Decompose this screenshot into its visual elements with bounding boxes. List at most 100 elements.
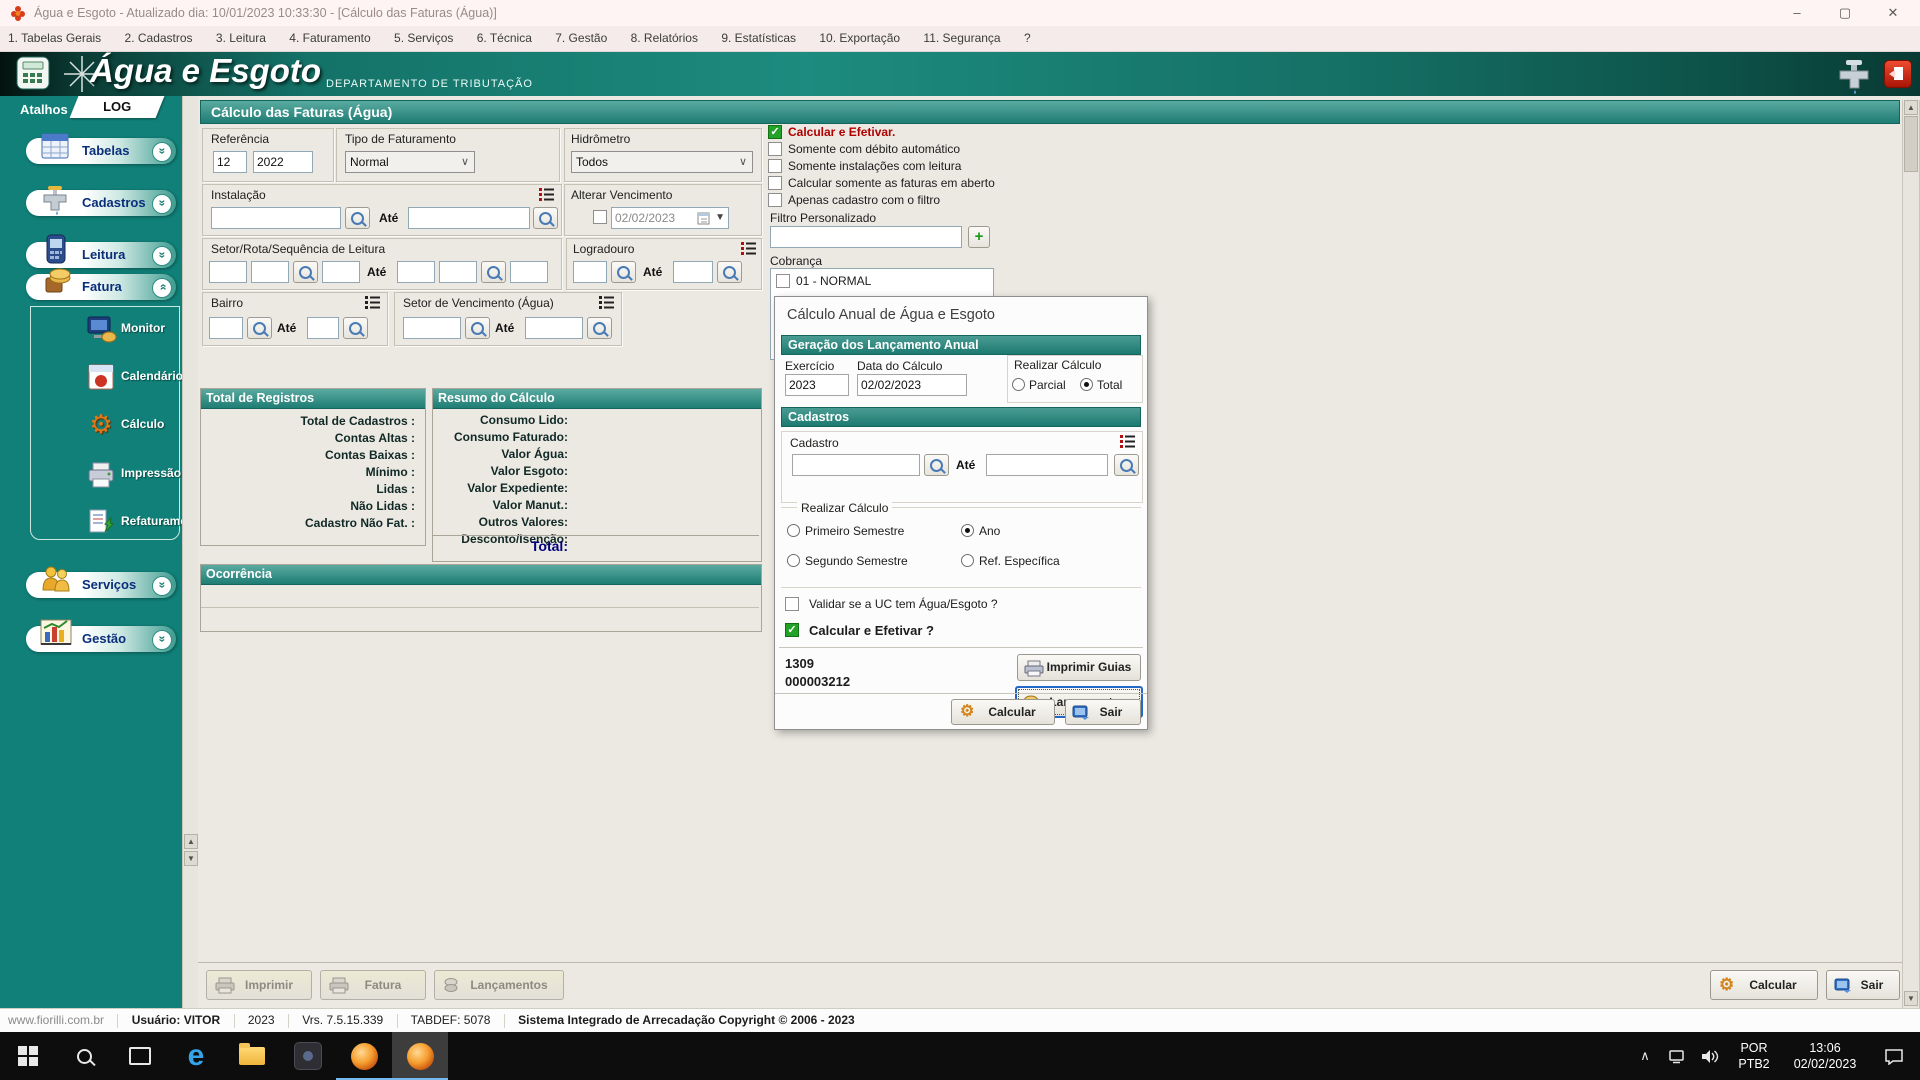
instalacao-to-search-button[interactable] [533, 207, 558, 229]
menu-tecnica[interactable]: 6. Técnica [477, 26, 532, 51]
setor-rota-from-search-button[interactable] [293, 261, 318, 283]
chevron-down-icon[interactable]: » [152, 246, 172, 266]
sidebar-item-monitor[interactable]: Monitor [31, 309, 177, 353]
sidebar-item-impressao[interactable]: Impressão [31, 454, 177, 498]
ano-radio[interactable] [961, 524, 974, 537]
clock-indicator[interactable]: 13:06 02/02/2023 [1782, 1032, 1868, 1080]
menu-tabelas-gerais[interactable]: 1. Tabelas Gerais [8, 26, 101, 51]
cadastro-from-input[interactable] [792, 454, 920, 476]
total-radio[interactable] [1080, 378, 1093, 391]
somente-debito-checkbox[interactable] [768, 142, 782, 156]
tray-expand-button[interactable]: ∧ [1630, 1032, 1660, 1080]
segundo-semestre-radio[interactable] [787, 554, 800, 567]
sidebar-item-refaturamento[interactable]: Refaturamento [31, 502, 177, 546]
menu-help[interactable]: ? [1024, 26, 1031, 51]
scrollbar-thumb[interactable] [1904, 116, 1918, 172]
logradouro-from-input[interactable] [573, 261, 607, 283]
bairro-from-input[interactable] [209, 317, 243, 339]
apenas-filtro-checkbox[interactable] [768, 193, 782, 207]
task-view-button[interactable] [112, 1032, 168, 1080]
calcular-efetivar-checkbox[interactable]: ✓ [768, 125, 782, 139]
chevron-down-icon[interactable]: » [152, 630, 172, 650]
chevron-down-icon[interactable]: » [152, 194, 172, 214]
rota-to-input[interactable] [439, 261, 477, 283]
setor-vencimento-to-search-button[interactable] [587, 317, 612, 339]
media-app-button[interactable] [280, 1032, 336, 1080]
menu-faturamento[interactable]: 4. Faturamento [289, 26, 370, 51]
close-button[interactable]: ✕ [1870, 0, 1916, 26]
alterar-vencimento-checkbox[interactable] [593, 210, 607, 224]
cadastro-to-search-button[interactable] [1114, 454, 1139, 476]
list-icon[interactable] [364, 295, 381, 310]
menu-gestao[interactable]: 7. Gestão [555, 26, 607, 51]
maximize-button[interactable]: ▢ [1822, 0, 1868, 26]
hidrometro-select[interactable]: Todos ∨ [571, 151, 753, 173]
calcular-efetivar-dialog-checkbox[interactable]: ✓ [785, 623, 799, 637]
calcular-main-button[interactable]: ⚙ Calcular [1710, 970, 1818, 1000]
primeiro-semestre-radio[interactable] [787, 524, 800, 537]
exercicio-input[interactable] [785, 374, 849, 396]
menu-seguranca[interactable]: 11. Segurança [923, 26, 1000, 51]
menu-relatorios[interactable]: 8. Relatórios [631, 26, 698, 51]
tray-display-button[interactable] [1662, 1032, 1692, 1080]
banner-exit-button[interactable] [1884, 60, 1912, 88]
calcular-dialog-button[interactable]: ⚙ Calcular [951, 699, 1055, 725]
sidebar-item-calculo[interactable]: ⚙ Cálculo [31, 405, 177, 449]
start-button[interactable] [0, 1032, 56, 1080]
instalacao-to-input[interactable] [408, 207, 530, 229]
language-indicator[interactable]: POR PTB2 [1728, 1032, 1780, 1080]
chevron-down-icon[interactable]: » [152, 576, 172, 596]
sidebar-tab-log[interactable]: LOG [70, 96, 165, 118]
menu-servicos[interactable]: 5. Serviços [394, 26, 453, 51]
chevron-down-icon[interactable]: » [152, 142, 172, 162]
sequencia-from-input[interactable] [322, 261, 360, 283]
list-icon[interactable] [538, 187, 555, 202]
cobranca-item-checkbox[interactable] [776, 274, 790, 288]
setor-rota-to-search-button[interactable] [481, 261, 506, 283]
fiorilli-app-button-1[interactable] [336, 1032, 392, 1080]
validar-uc-checkbox[interactable] [785, 597, 799, 611]
sair-dialog-button[interactable]: Sair [1065, 699, 1141, 725]
scroll-down-arrow[interactable]: ▼ [1904, 991, 1918, 1006]
setor-vencimento-from-search-button[interactable] [465, 317, 490, 339]
logradouro-from-search-button[interactable] [611, 261, 636, 283]
setor-from-input[interactable] [209, 261, 247, 283]
lancamentos-toolbar-button[interactable]: Lançamentos [434, 970, 564, 1000]
chevron-down-icon[interactable]: ▼ [715, 208, 725, 228]
faturas-aberto-checkbox[interactable] [768, 176, 782, 190]
referencia-month-input[interactable] [213, 151, 247, 173]
referencia-year-input[interactable] [253, 151, 313, 173]
fatura-button[interactable]: Fatura [320, 970, 426, 1000]
bairro-to-search-button[interactable] [343, 317, 368, 339]
menu-estatisticas[interactable]: 9. Estatísticas [721, 26, 796, 51]
sidebar-tab-atalhos[interactable]: Atalhos [20, 102, 68, 117]
sequencia-to-input[interactable] [510, 261, 548, 283]
somente-leitura-checkbox[interactable] [768, 159, 782, 173]
imprimir-guias-button[interactable]: Imprimir Guias [1017, 654, 1141, 681]
logradouro-to-search-button[interactable] [717, 261, 742, 283]
menu-cadastros[interactable]: 2. Cadastros [125, 26, 193, 51]
scroll-up-arrow[interactable]: ▲ [184, 834, 198, 849]
menu-exportacao[interactable]: 10. Exportação [819, 26, 900, 51]
list-icon[interactable] [598, 295, 615, 310]
sair-main-button[interactable]: Sair [1826, 970, 1900, 1000]
setor-vencimento-to-input[interactable] [525, 317, 583, 339]
rota-from-input[interactable] [251, 261, 289, 283]
taskbar-search-button[interactable] [56, 1032, 112, 1080]
filtro-personalizado-input[interactable] [770, 226, 962, 248]
parcial-radio[interactable] [1012, 378, 1025, 391]
ref-especifica-radio[interactable] [961, 554, 974, 567]
logradouro-to-input[interactable] [673, 261, 713, 283]
edge-taskbar-button[interactable]: e [168, 1032, 224, 1080]
data-calculo-input[interactable] [857, 374, 967, 396]
imprimir-button[interactable]: Imprimir [206, 970, 312, 1000]
setor-vencimento-from-input[interactable] [403, 317, 461, 339]
bairro-from-search-button[interactable] [247, 317, 272, 339]
scroll-down-arrow[interactable]: ▼ [184, 851, 198, 866]
cadastro-to-input[interactable] [986, 454, 1108, 476]
cadastro-from-search-button[interactable] [924, 454, 949, 476]
scroll-up-arrow[interactable]: ▲ [1904, 100, 1918, 115]
fiorilli-app-button-2[interactable] [392, 1032, 448, 1080]
menu-leitura[interactable]: 3. Leitura [216, 26, 266, 51]
setor-to-input[interactable] [397, 261, 435, 283]
